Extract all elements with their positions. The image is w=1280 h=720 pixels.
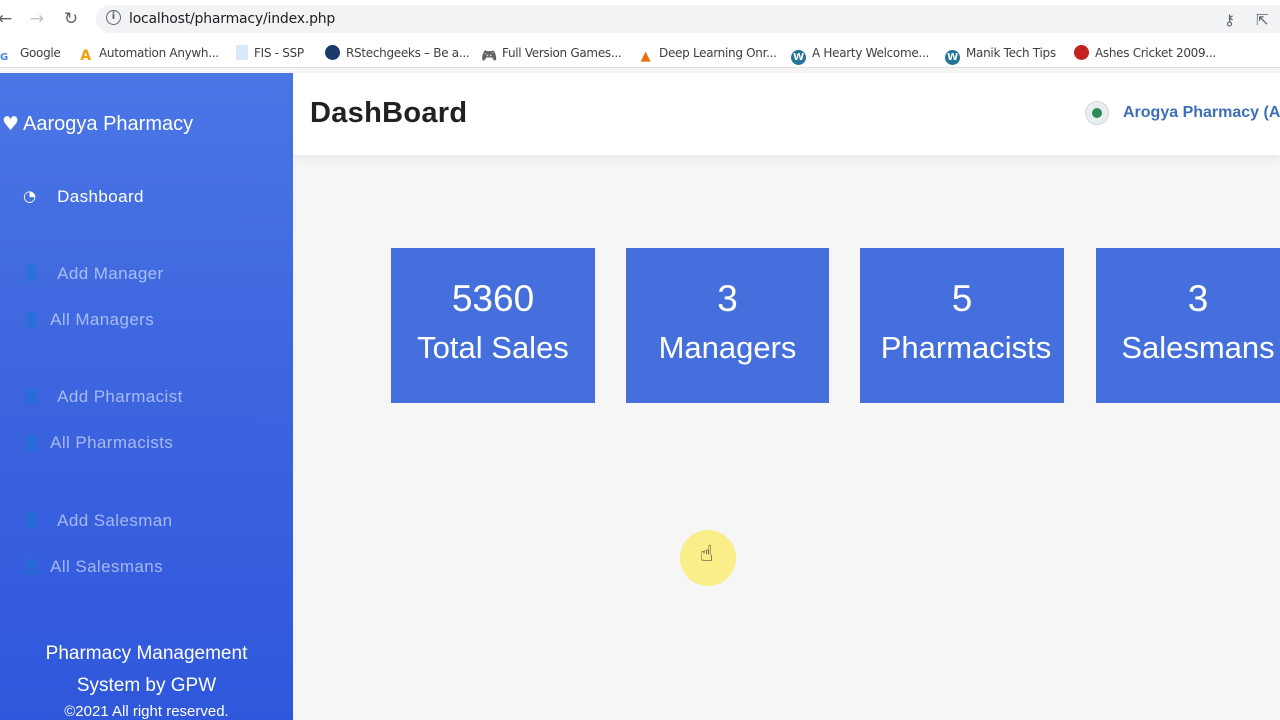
sidebar-item-label: All Salesmans (50, 557, 164, 576)
sidebar-item-add-pharmacist[interactable]: 👤 Add Pharmacist (22, 387, 183, 409)
page-header: DashBoard Arogya Pharmacy (A (293, 73, 1280, 155)
bookmark-rstechgeeks[interactable]: RStechgeeks – Be a... (325, 44, 470, 62)
stat-value: 5360 (451, 278, 535, 319)
dashboard-icon: ◔ (23, 187, 37, 205)
wordpress-icon: W (945, 50, 960, 65)
bookmark-deep-learning[interactable]: ▲ Deep Learning Onr... (638, 44, 777, 64)
bookmark-manik-tech-tips[interactable]: W Manik Tech Tips (945, 44, 1056, 65)
bookmark-label: FIS - SSP (254, 46, 304, 60)
stat-value: 5 (951, 278, 973, 319)
forward-icon[interactable]: → (26, 8, 48, 30)
bookmark-label: A Hearty Welcome... (812, 46, 929, 60)
stat-value: 3 (717, 278, 738, 319)
key-icon[interactable]: ⚷ (1224, 11, 1235, 29)
brand-name: Aarogya Pharmacy (23, 113, 194, 135)
brand[interactable]: ♥ Aarogya Pharmacy (2, 113, 193, 136)
footer-copyright: ©2021 All right reserved. (64, 703, 229, 720)
sidebar-item-label: All Pharmacists (50, 433, 174, 452)
bookmarks-bar: G Google A Automation Anywh... FIS - SSP R… (0, 38, 1280, 68)
bookmark-automation-anywhere[interactable]: A Automation Anywh... (78, 44, 219, 64)
automation-anywhere-icon: A (80, 48, 91, 64)
page-title: DashBoard (310, 97, 468, 129)
stat-label: Salesmans (1121, 330, 1275, 365)
footer-line-2: System by GPW (76, 675, 217, 696)
sidebar-item-all-pharmacists[interactable]: 👤 All Pharmacists (22, 433, 173, 455)
sidebar-item-label: All Managers (50, 310, 155, 329)
bookmark-fis-ssp[interactable]: FIS - SSP (236, 44, 304, 62)
hand-cursor-icon: ☝ (700, 542, 714, 567)
google-icon: G (0, 50, 8, 65)
stat-label: Pharmacists (880, 330, 1052, 365)
bookmark-label: Automation Anywh... (99, 46, 219, 60)
stat-label: Managers (658, 330, 797, 365)
heartbeat-icon: ♥ (2, 113, 20, 135)
back-icon[interactable]: ← (0, 8, 16, 30)
user-icon: 👤 (22, 433, 42, 451)
url-text[interactable]: localhost/pharmacy/index.php (129, 11, 335, 27)
stat-card-salesmans[interactable]: 3 Salesmans (1096, 248, 1280, 403)
wordpress-icon: W (791, 50, 806, 65)
stat-label: Total Sales (417, 330, 569, 365)
stat-card-pharmacists[interactable]: 5 Pharmacists (860, 248, 1064, 403)
add-user-icon: 👤 (22, 511, 42, 529)
address-bar[interactable]: i localhost/pharmacy/index.php ⚷ ⇱ (96, 5, 1280, 33)
sidebar: ♥ Aarogya Pharmacy ◔ Dashboard 👤 Add Mana… (0, 73, 293, 720)
user-icon: 👤 (22, 557, 42, 575)
bookmark-label: Full Version Games... (502, 46, 622, 60)
browser-toolbar: ← → ↻ i localhost/pharmacy/index.php ⚷ ⇱ (0, 0, 1280, 38)
sidebar-item-all-managers[interactable]: 👤 All Managers (22, 310, 154, 332)
sidebar-item-all-salesmans[interactable]: 👤 All Salesmans (22, 557, 163, 579)
gamepad-icon: 🎮 (481, 49, 497, 64)
stat-card-total-sales[interactable]: 5360 Total Sales (391, 248, 595, 403)
bookmark-label: Ashes Cricket 2009... (1095, 46, 1216, 60)
sidebar-item-label: Dashboard (57, 187, 144, 206)
bookmark-label: Manik Tech Tips (966, 46, 1056, 60)
sidebar-item-dashboard[interactable]: ◔ Dashboard (23, 187, 144, 209)
bookmark-label: RStechgeeks – Be a... (346, 46, 470, 60)
bookmark-google[interactable]: G Google (0, 44, 61, 65)
add-user-icon: 👤 (22, 387, 42, 405)
reload-icon[interactable]: ↻ (60, 8, 82, 30)
user-avatar[interactable] (1085, 101, 1109, 125)
user-name[interactable]: Arogya Pharmacy (A (1123, 104, 1280, 122)
document-icon (236, 45, 248, 60)
bookmark-label: Deep Learning Onr... (659, 46, 777, 60)
sidebar-item-add-salesman[interactable]: 👤 Add Salesman (22, 511, 173, 533)
info-icon[interactable]: i (106, 10, 121, 25)
sidebar-item-label: Add Pharmacist (57, 387, 183, 406)
stat-card-managers[interactable]: 3 Managers (626, 248, 829, 403)
bookmark-full-version-games[interactable]: 🎮 Full Version Games... (481, 44, 622, 64)
bookmark-hearty-welcome[interactable]: W A Hearty Welcome... (791, 44, 929, 65)
share-icon[interactable]: ⇱ (1256, 11, 1269, 29)
bookmark-ashes-cricket[interactable]: Ashes Cricket 2009... (1074, 44, 1216, 62)
user-icon: 👤 (22, 310, 42, 328)
add-user-icon: 👤 (22, 264, 42, 282)
footer-line-1: Pharmacy Management (45, 643, 248, 664)
sidebar-item-add-manager[interactable]: 👤 Add Manager (22, 264, 164, 286)
bookmark-label: Google (20, 46, 61, 60)
rstechgeeks-icon (325, 45, 340, 60)
sidebar-item-label: Add Manager (57, 264, 164, 283)
sidebar-item-label: Add Salesman (57, 511, 173, 530)
cricket-icon (1074, 45, 1089, 60)
stat-value: 3 (1187, 278, 1209, 319)
matlab-icon: ▲ (640, 49, 651, 64)
